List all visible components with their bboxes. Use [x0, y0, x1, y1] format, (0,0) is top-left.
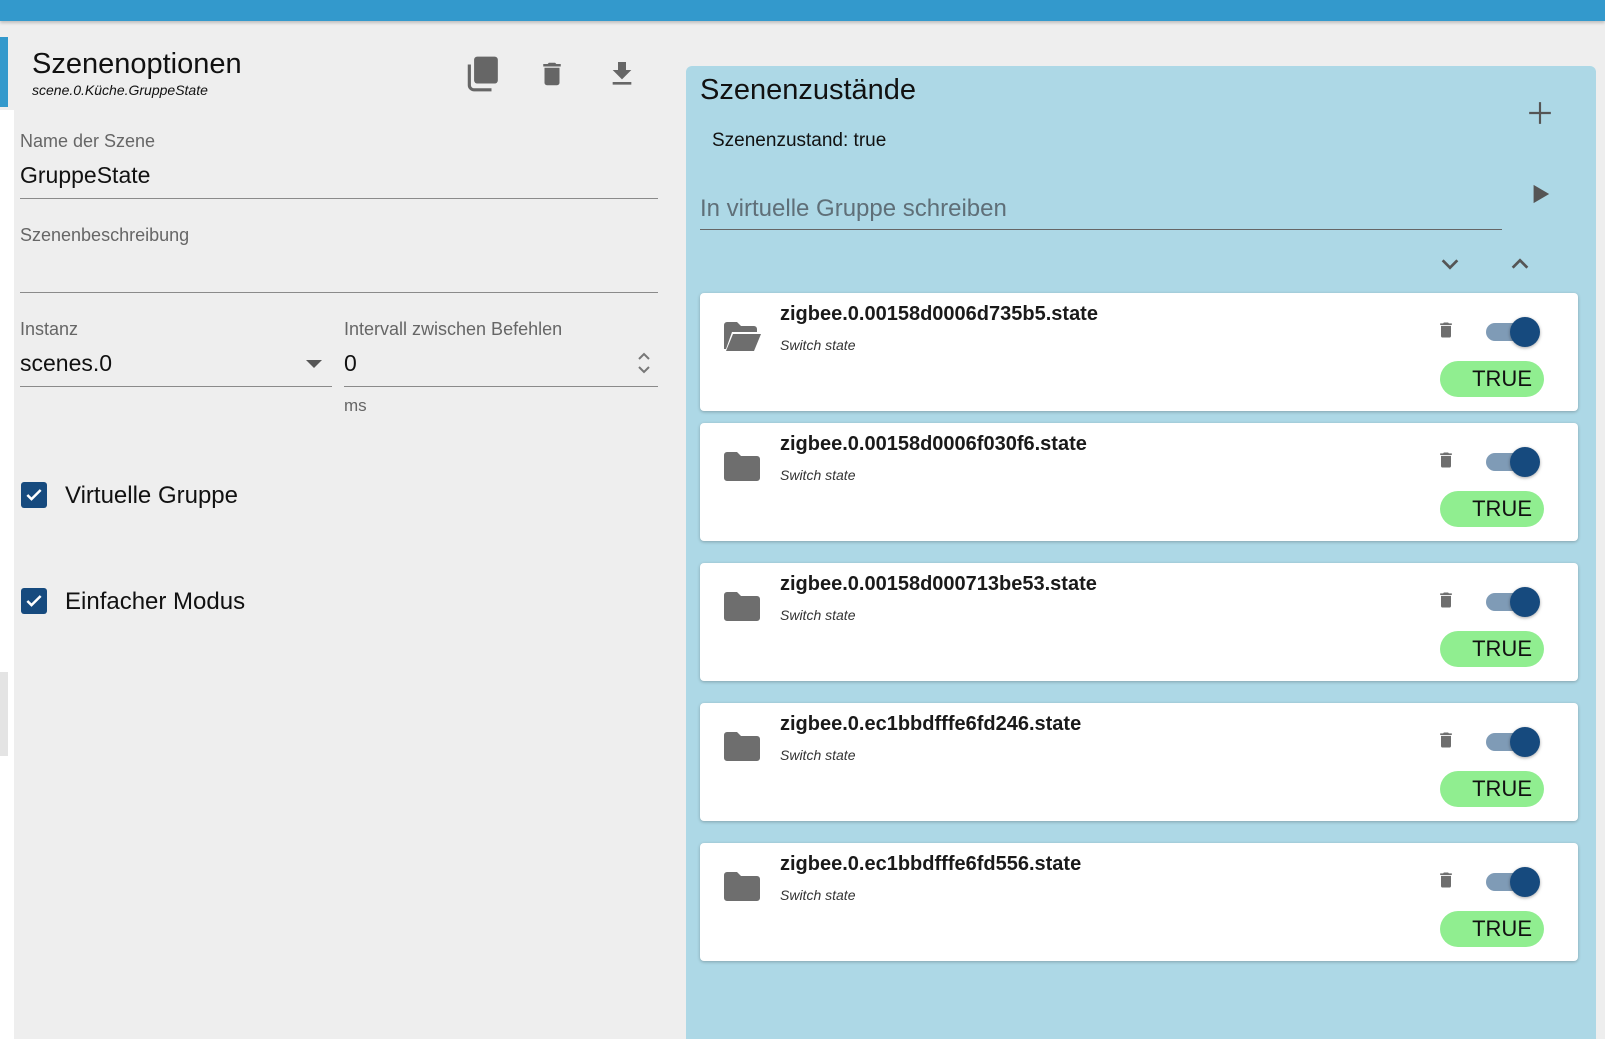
member-value-button[interactable]: TRUE	[1440, 361, 1544, 397]
instance-label: Instanz	[20, 319, 79, 339]
page-title: Szenenoptionen	[32, 48, 242, 80]
interval-label: Intervall zwischen Befehlen	[344, 319, 563, 339]
scene-member-card[interactable]: zigbee.0.ec1bbdfffe6fd556.state Switch s…	[700, 843, 1578, 961]
app-top-bar	[0, 0, 1605, 21]
member-value-button[interactable]: TRUE	[1440, 491, 1544, 527]
folder-icon	[722, 869, 762, 903]
virtual-group-label: Virtuelle Gruppe	[65, 482, 238, 509]
member-enabled-toggle[interactable]	[1484, 587, 1540, 617]
virtual-group-checkbox[interactable]	[21, 482, 47, 508]
member-description: Switch state	[780, 607, 856, 623]
interval-unit: ms	[344, 396, 367, 415]
member-value-button[interactable]: TRUE	[1440, 771, 1544, 807]
scene-state-text: Szenenzustand: true	[712, 130, 887, 151]
collapse-all-button[interactable]	[1430, 244, 1470, 284]
scene-name-underline	[20, 198, 658, 199]
member-enabled-toggle[interactable]	[1484, 867, 1540, 897]
write-virtual-group-field	[700, 178, 1502, 230]
member-enabled-toggle[interactable]	[1484, 447, 1540, 477]
delete-icon	[1440, 452, 1452, 468]
check-icon	[26, 595, 42, 607]
folder-icon	[722, 729, 762, 763]
scene-member-card[interactable]: zigbee.0.00158d000713be53.state Switch s…	[700, 563, 1578, 681]
delete-icon	[543, 62, 561, 86]
member-value-button[interactable]: TRUE	[1440, 631, 1544, 667]
delete-member-button[interactable]	[1434, 315, 1458, 345]
interval-underline	[344, 386, 658, 387]
simple-mode-label: Einfacher Modus	[65, 588, 246, 615]
scene-list-strip	[0, 110, 14, 1039]
member-enabled-toggle[interactable]	[1484, 317, 1540, 347]
copy-icon	[467, 56, 498, 92]
scene-id: scene.0.Küche.GruppeState	[32, 82, 208, 98]
member-id: zigbee.0.ec1bbdfffe6fd246.state	[780, 713, 1082, 735]
write-virtual-group-input[interactable]	[700, 178, 1502, 229]
member-id: zigbee.0.00158d0006f030f6.state	[780, 433, 1087, 455]
delete-icon	[1440, 732, 1452, 748]
write-virtual-group-button[interactable]	[1520, 174, 1560, 214]
expand-all-button[interactable]	[1500, 244, 1540, 284]
scene-description-label: Szenenbeschreibung	[20, 225, 190, 245]
scene-options-panel: Szenenoptionen scene.0.Küche.GruppeState…	[14, 30, 674, 1039]
scene-states-panel: Szenenzustände Szenenzustand: true zigbe…	[686, 66, 1596, 1039]
copy-scene-button[interactable]	[460, 52, 504, 96]
member-description: Switch state	[780, 467, 856, 483]
member-id: zigbee.0.00158d000713be53.state	[780, 573, 1097, 595]
chevron-down-icon[interactable]	[306, 359, 322, 369]
member-value-button[interactable]: TRUE	[1440, 911, 1544, 947]
delete-icon	[1440, 322, 1452, 338]
delete-scene-button[interactable]	[530, 52, 574, 96]
scene-states-title: Szenenzustände	[700, 74, 917, 106]
folder-open-icon	[722, 319, 762, 353]
delete-icon	[1440, 592, 1452, 608]
active-item-indicator	[0, 37, 8, 107]
plus-icon	[1529, 102, 1551, 124]
download-icon	[612, 62, 632, 85]
scene-member-card[interactable]: zigbee.0.00158d0006f030f6.state Switch s…	[700, 423, 1578, 541]
export-scene-button[interactable]	[600, 52, 644, 96]
delete-member-button[interactable]	[1434, 865, 1458, 895]
toggle-knob	[1510, 587, 1540, 617]
scene-description-underline	[20, 292, 658, 293]
scene-list-scroll-shade	[0, 672, 8, 756]
check-icon	[26, 489, 42, 501]
instance-underline	[20, 386, 332, 387]
member-description: Switch state	[780, 887, 856, 903]
chevron-down-icon	[1441, 259, 1459, 270]
delete-member-button[interactable]	[1434, 585, 1458, 615]
instance-select[interactable]: scenes.0	[20, 350, 332, 386]
add-member-button[interactable]	[1520, 93, 1560, 133]
delete-member-button[interactable]	[1434, 725, 1458, 755]
toggle-knob	[1510, 867, 1540, 897]
member-id: zigbee.0.ec1bbdfffe6fd556.state	[780, 853, 1082, 875]
folder-icon	[722, 589, 762, 623]
toggle-knob	[1510, 727, 1540, 757]
member-id: zigbee.0.00158d0006d735b5.state	[780, 303, 1098, 325]
toggle-knob	[1510, 317, 1540, 347]
member-description: Switch state	[780, 337, 856, 353]
folder-icon	[722, 449, 762, 483]
scene-name-label: Name der Szene	[20, 131, 156, 151]
toggle-knob	[1510, 447, 1540, 477]
play-icon	[1533, 184, 1550, 204]
instance-select-value: scenes.0	[20, 350, 113, 376]
scene-description-input[interactable]	[20, 256, 658, 290]
chevron-up-icon	[1511, 258, 1529, 269]
member-enabled-toggle[interactable]	[1484, 727, 1540, 757]
delete-icon	[1440, 872, 1452, 888]
delete-member-button[interactable]	[1434, 445, 1458, 475]
member-description: Switch state	[780, 747, 856, 763]
stepper-icon[interactable]	[636, 350, 652, 376]
interval-input[interactable]: 0	[344, 350, 357, 377]
scene-member-card[interactable]: zigbee.0.ec1bbdfffe6fd246.state Switch s…	[700, 703, 1578, 821]
scene-member-card[interactable]: zigbee.0.00158d0006d735b5.state Switch s…	[700, 293, 1578, 411]
simple-mode-checkbox[interactable]	[21, 588, 47, 614]
scene-name-input[interactable]: GruppeState	[20, 162, 150, 189]
